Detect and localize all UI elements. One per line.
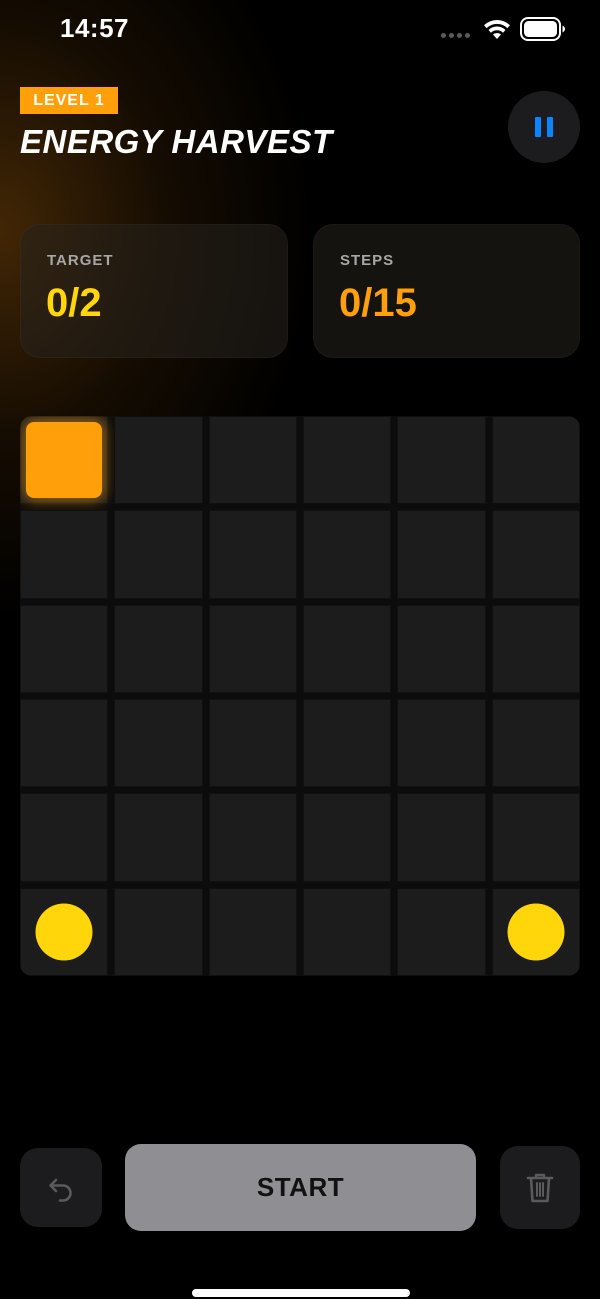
game-screen: 14:57 LEVEL 1 ENERGY HARVEST TARGET 0/2 …	[0, 0, 600, 1299]
grid-cell[interactable]	[208, 793, 297, 882]
target-label: TARGET	[47, 252, 114, 269]
energy-orb	[35, 903, 93, 961]
game-title: ENERGY HARVEST	[20, 123, 333, 160]
grid-cell[interactable]	[303, 887, 392, 976]
grid-cell[interactable]	[303, 416, 392, 505]
grid-cell[interactable]	[114, 699, 203, 788]
grid-cell[interactable]	[208, 887, 297, 976]
grid-cell[interactable]	[303, 510, 392, 599]
steps-value: 0/15	[339, 281, 417, 325]
home-indicator	[192, 1289, 410, 1297]
game-board	[20, 416, 580, 976]
target-value: 0/2	[46, 281, 102, 325]
delete-button[interactable]	[500, 1146, 580, 1229]
level-badge: LEVEL 1	[20, 87, 118, 114]
grid-cell[interactable]	[303, 793, 392, 882]
grid-cell[interactable]	[491, 604, 580, 693]
grid-cell[interactable]	[114, 887, 203, 976]
grid-cell[interactable]	[491, 699, 580, 788]
energy-orb	[507, 903, 565, 961]
grid-cell[interactable]	[397, 887, 486, 976]
grid-cell[interactable]	[114, 604, 203, 693]
grid-cell[interactable]	[20, 699, 109, 788]
grid-cell[interactable]	[208, 416, 297, 505]
steps-card: STEPS 0/15	[313, 224, 580, 358]
grid-cell[interactable]	[397, 510, 486, 599]
grid-cell[interactable]	[397, 416, 486, 505]
grid-cell[interactable]	[20, 604, 109, 693]
status-bar: 14:57	[0, 0, 600, 60]
undo-icon	[49, 1178, 72, 1202]
signal-dots-icon	[441, 33, 470, 38]
grid-cell[interactable]	[20, 510, 109, 599]
grid-cell[interactable]	[208, 699, 297, 788]
grid-cell[interactable]	[491, 510, 580, 599]
trash-icon	[526, 1173, 554, 1202]
grid-cell[interactable]	[114, 793, 203, 882]
grid-cell[interactable]	[397, 699, 486, 788]
pause-button[interactable]	[508, 91, 580, 163]
undo-button[interactable]	[20, 1148, 102, 1227]
grid-cell[interactable]	[208, 604, 297, 693]
status-time: 14:57	[60, 13, 129, 43]
pause-icon	[535, 117, 541, 137]
grid-cell[interactable]	[208, 510, 297, 599]
grid-cell[interactable]	[491, 793, 580, 882]
grid-cell[interactable]	[114, 510, 203, 599]
grid-cell[interactable]	[491, 887, 580, 976]
grid-cell[interactable]	[303, 604, 392, 693]
grid-cell[interactable]	[303, 699, 392, 788]
start-button[interactable]: START	[125, 1144, 476, 1231]
grid-cell[interactable]	[20, 793, 109, 882]
target-card: TARGET 0/2	[20, 224, 288, 358]
player-piece[interactable]	[26, 422, 103, 499]
grid-cell[interactable]	[20, 887, 109, 976]
grid-cell[interactable]	[114, 416, 203, 505]
grid-cell[interactable]	[397, 793, 486, 882]
grid-cell[interactable]	[491, 416, 580, 505]
wifi-icon	[484, 19, 510, 39]
grid-cell[interactable]	[20, 416, 109, 505]
battery-icon	[520, 17, 565, 41]
steps-label: STEPS	[340, 252, 395, 269]
grid-cell[interactable]	[397, 604, 486, 693]
